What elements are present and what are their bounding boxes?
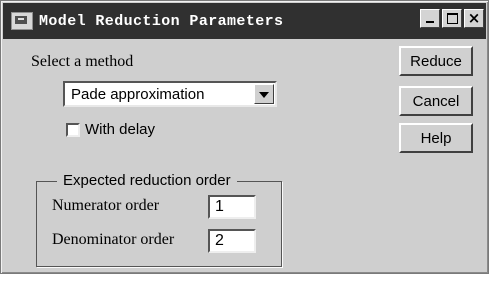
reduce-button[interactable]: Reduce <box>399 46 473 76</box>
method-dropdown-value: Pade approximation <box>71 86 205 103</box>
cancel-button[interactable]: Cancel <box>399 86 473 116</box>
with-delay-checkbox[interactable] <box>66 123 80 137</box>
with-delay-label[interactable]: With delay <box>85 121 155 138</box>
reduction-order-group <box>36 181 282 267</box>
numerator-order-input[interactable]: 1 <box>208 195 256 219</box>
reduction-order-group-title: Expected reduction order <box>57 172 237 189</box>
denominator-order-label: Denominator order <box>52 231 175 248</box>
window-title: Model Reduction Parameters <box>39 12 284 30</box>
title-bar[interactable]: Model Reduction Parameters × <box>3 3 486 39</box>
chevron-down-icon[interactable] <box>254 84 274 104</box>
maximize-button[interactable] <box>442 9 462 28</box>
close-icon: × <box>467 9 481 27</box>
help-button[interactable]: Help <box>399 123 473 153</box>
dialog-window: Model Reduction Parameters × Select a me… <box>0 0 489 274</box>
app-icon[interactable] <box>11 12 33 30</box>
minimize-button[interactable] <box>420 9 440 28</box>
close-button[interactable]: × <box>464 9 484 28</box>
denominator-order-input[interactable]: 2 <box>208 229 256 253</box>
numerator-order-label: Numerator order <box>52 197 160 214</box>
select-method-label: Select a method <box>31 53 134 70</box>
method-dropdown[interactable]: Pade approximation <box>63 81 277 107</box>
window-controls: × <box>420 9 484 28</box>
